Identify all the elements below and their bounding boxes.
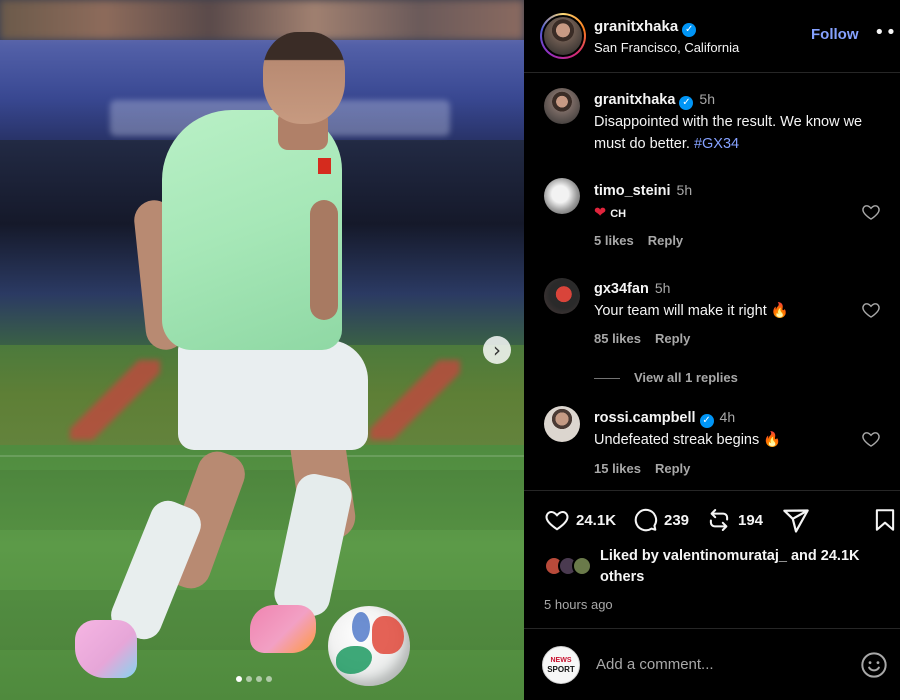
comment-username[interactable]: rossi.campbell bbox=[594, 410, 696, 426]
action-bar: 24.1K 239 194 bbox=[544, 507, 900, 535]
player-shorts bbox=[178, 340, 368, 450]
player-sock bbox=[271, 470, 355, 620]
more-options-icon[interactable]: ••• bbox=[874, 22, 900, 43]
verified-badge-icon: ✓ bbox=[679, 96, 694, 110]
reply-button[interactable]: Reply bbox=[655, 331, 690, 346]
comment-text: CH bbox=[610, 208, 627, 220]
like-button[interactable]: 24.1K bbox=[544, 507, 616, 533]
like-comment-heart-icon[interactable] bbox=[861, 429, 881, 449]
comment: rossi.campbell ✓ 4h Undefeated streak begi… bbox=[594, 406, 884, 451]
divider bbox=[524, 490, 900, 491]
author-username-text: granitxhaka bbox=[594, 18, 679, 35]
author-avatar[interactable] bbox=[540, 13, 586, 59]
liked-by-text: Liked by valentinomurataj_ and 24.1K oth… bbox=[600, 546, 890, 588]
carousel-dot bbox=[256, 676, 262, 682]
comment-meta: 15 likes Reply bbox=[594, 461, 704, 476]
caption-author-avatar[interactable] bbox=[544, 88, 580, 124]
comment-meta: 85 likes Reply bbox=[594, 331, 704, 346]
player-boot bbox=[75, 620, 137, 678]
like-count: 24.1K bbox=[576, 511, 617, 529]
comment: timo_steini 5h ❤ CH bbox=[594, 179, 884, 225]
commenter-avatar[interactable] bbox=[544, 178, 580, 214]
author-avatar-image bbox=[542, 15, 584, 57]
post-photo[interactable]: › bbox=[0, 0, 524, 700]
ball-pattern bbox=[336, 646, 372, 674]
bookmark-icon bbox=[875, 509, 895, 531]
heart-emoji-icon: ❤ bbox=[594, 205, 607, 221]
player-figure bbox=[70, 10, 400, 700]
avatar bbox=[572, 556, 592, 576]
carousel-dot bbox=[266, 676, 272, 682]
comment-bubble-icon bbox=[634, 508, 658, 532]
football bbox=[328, 606, 410, 686]
swiss-flag-badge bbox=[318, 158, 331, 174]
comment-time: 5h bbox=[654, 280, 671, 296]
add-comment-input[interactable]: Add a comment... bbox=[596, 656, 836, 673]
player-arm bbox=[310, 200, 338, 320]
ball-pattern bbox=[372, 616, 404, 654]
comment: gx34fan 5h Your team will make it right 🔥 bbox=[594, 277, 884, 322]
liked-by-prefix: Liked by bbox=[600, 548, 659, 564]
player-head bbox=[263, 32, 345, 124]
share-button[interactable] bbox=[782, 507, 810, 535]
carousel-dot bbox=[246, 676, 252, 682]
comment-username[interactable]: gx34fan bbox=[594, 281, 649, 297]
repost-button[interactable]: 194 bbox=[706, 507, 763, 533]
caption-time: 5h bbox=[699, 91, 715, 107]
emoji-icon[interactable] bbox=[860, 651, 888, 679]
like-comment-heart-icon[interactable] bbox=[861, 300, 881, 320]
verified-badge-icon: ✓ bbox=[699, 414, 714, 428]
view-replies-link[interactable]: View all 1 replies bbox=[594, 370, 738, 385]
follow-button[interactable]: Follow bbox=[811, 26, 859, 43]
repost-count: 194 bbox=[738, 511, 764, 529]
liked-by-and: and bbox=[790, 548, 817, 564]
post-header: granitxhaka ✓ San Francisco, California F… bbox=[524, 0, 900, 73]
post-location[interactable]: San Francisco, California bbox=[594, 40, 739, 55]
comment-meta: 5 likes Reply bbox=[594, 233, 697, 248]
comment-likes[interactable]: 85 likes bbox=[594, 331, 641, 346]
save-button[interactable] bbox=[872, 507, 898, 533]
comment-count: 239 bbox=[664, 511, 690, 529]
carousel-indicator bbox=[236, 676, 272, 682]
caption-username[interactable]: granitxhaka bbox=[594, 92, 675, 108]
author-username[interactable]: granitxhaka ✓ bbox=[594, 18, 697, 37]
comment-time: 4h bbox=[719, 409, 736, 425]
like-comment-heart-icon[interactable] bbox=[861, 202, 881, 222]
send-icon bbox=[783, 509, 809, 533]
reply-button[interactable]: Reply bbox=[648, 233, 683, 248]
heart-icon bbox=[545, 510, 569, 531]
fire-emoji-icon: 🔥 bbox=[770, 303, 789, 319]
comment-username[interactable]: timo_steini bbox=[594, 183, 671, 199]
liked-by-user[interactable]: valentinomurataj_ bbox=[663, 548, 787, 564]
divider bbox=[524, 628, 900, 629]
liked-by-avatars[interactable] bbox=[544, 556, 598, 576]
comment-button[interactable]: 239 bbox=[632, 507, 689, 533]
fire-emoji-icon: 🔥 bbox=[763, 432, 782, 448]
reply-button[interactable]: Reply bbox=[655, 461, 690, 476]
hashtag-link[interactable]: #GX34 bbox=[694, 136, 739, 152]
commenter-avatar[interactable] bbox=[544, 406, 580, 442]
comment-text: Your team will make it right bbox=[594, 303, 767, 319]
comment-time: 5h bbox=[676, 182, 693, 198]
avatar-logo-text: SPORT bbox=[547, 664, 575, 674]
carousel-next-button[interactable]: › bbox=[483, 336, 511, 364]
current-user-avatar[interactable]: NEWS SPORT bbox=[542, 646, 580, 684]
commenter-avatar[interactable] bbox=[544, 278, 580, 314]
post-detail-panel: granitxhaka ✓ San Francisco, California F… bbox=[524, 0, 900, 700]
repost-icon bbox=[709, 509, 729, 531]
avatar-logo-text: NEWS bbox=[550, 656, 572, 664]
caption: granitxhaka ✓ 5h Disappointed with the res… bbox=[594, 88, 884, 155]
comment-text: Undefeated streak begins bbox=[594, 432, 760, 448]
comment-likes[interactable]: 15 likes bbox=[594, 461, 641, 476]
verified-badge-icon: ✓ bbox=[682, 23, 697, 37]
comment-likes[interactable]: 5 likes bbox=[594, 233, 634, 248]
player-boot bbox=[250, 605, 316, 653]
carousel-dot bbox=[236, 676, 242, 682]
post-timestamp[interactable]: 5 hours ago bbox=[544, 597, 613, 612]
ball-pattern bbox=[352, 612, 370, 642]
chevron-right-icon: › bbox=[493, 338, 501, 362]
